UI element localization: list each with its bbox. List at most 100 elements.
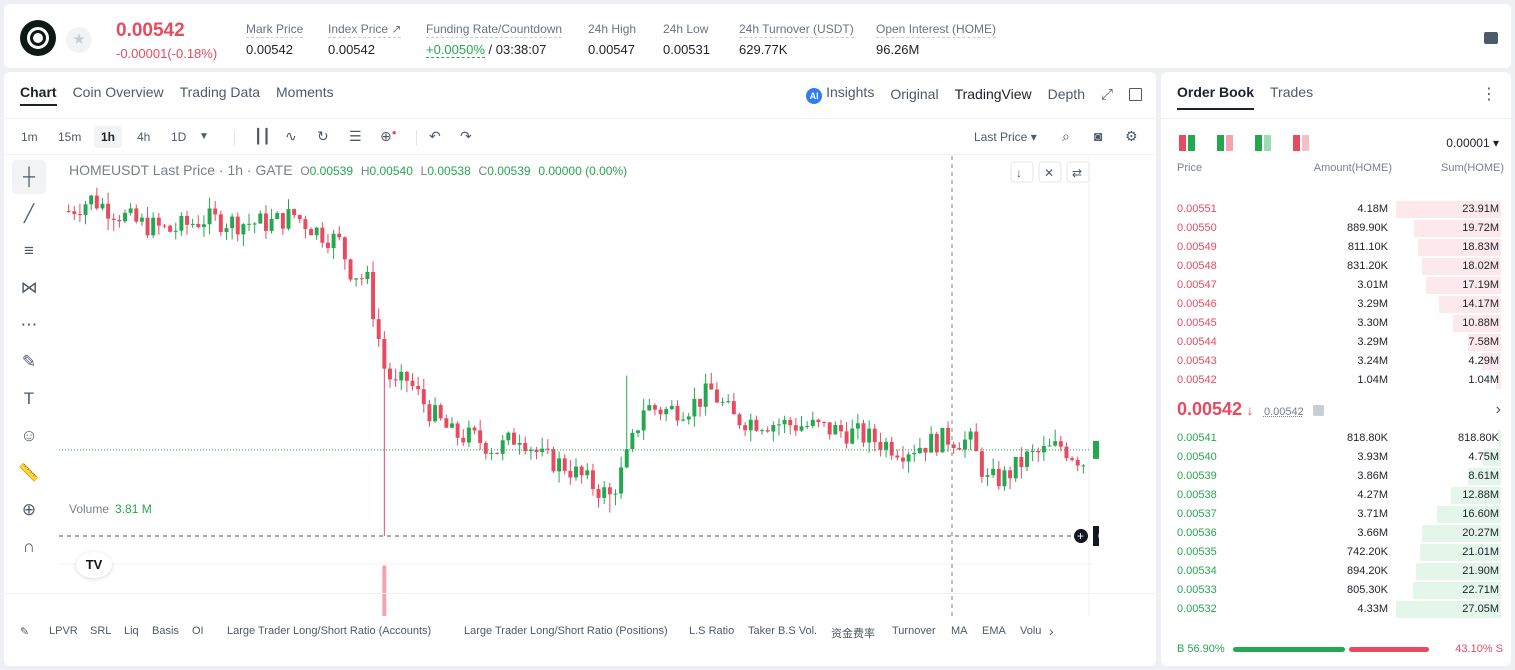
emoji-icon[interactable]: ☺ <box>12 419 46 453</box>
ruler-icon[interactable]: 📏 <box>12 456 46 490</box>
stat-index-price[interactable]: Index Price ↗ 0.00542 <box>328 20 402 57</box>
price-type-select[interactable]: Last Price ▾ <box>974 126 1037 148</box>
ask-row[interactable]: 0.00551 4.18M 23.91M <box>1161 200 1511 219</box>
stat-open-interest[interactable]: Open Interest (HOME) 96.26M <box>876 20 997 57</box>
search-icon[interactable]: ⌕ <box>1062 128 1070 145</box>
text-tool-icon[interactable]: T <box>12 382 46 416</box>
favorite-star-icon[interactable]: ★ <box>66 27 92 53</box>
timeframe-1d[interactable]: 1D <box>164 126 193 148</box>
indicator-tab[interactable]: Taker B.S Vol. <box>748 625 817 637</box>
view-asks-icon[interactable] <box>1293 135 1309 151</box>
view-bids-icon[interactable] <box>1255 135 1271 151</box>
bid-row[interactable]: 0.00536 3.66M 20.27M <box>1161 524 1511 543</box>
pencil-icon[interactable]: ✎ <box>20 625 29 638</box>
tab-depth[interactable]: Depth <box>1048 86 1085 102</box>
camera-icon[interactable]: ◙ <box>1094 128 1102 144</box>
indicator-tab[interactable]: Basis <box>152 625 179 637</box>
timeframe-1h[interactable]: 1h <box>94 126 123 148</box>
indicator-tab[interactable]: L.S Ratio <box>689 625 734 637</box>
zoom-in-icon[interactable]: ⊕ <box>12 493 46 527</box>
book-icon[interactable] <box>1484 32 1498 44</box>
indicator-tab[interactable]: MA <box>951 625 968 637</box>
view-both-icon[interactable] <box>1179 135 1195 151</box>
timeframe-1m[interactable]: 1m <box>14 126 45 148</box>
tab-tradingview[interactable]: TradingView <box>955 86 1032 102</box>
tab-moments[interactable]: Moments <box>276 84 334 106</box>
window-icon[interactable] <box>1129 87 1142 101</box>
view-bids-asks-icon[interactable] <box>1217 135 1233 151</box>
expand-icon[interactable]: ⤢ <box>1101 86 1113 103</box>
timeframe-15m[interactable]: 15m <box>51 126 88 148</box>
row-sum: 20.27M <box>1462 527 1499 539</box>
ask-row[interactable]: 0.00546 3.29M 14.17M <box>1161 295 1511 314</box>
tab-original[interactable]: Original <box>890 86 938 102</box>
indicator-tab[interactable]: LPVR <box>49 625 78 637</box>
row-price: 0.00546 <box>1177 298 1217 310</box>
indicator-tab[interactable]: OI <box>192 625 204 637</box>
price-chart[interactable]: 0.006100.006000.005900.005800.005690.005… <box>59 156 1099 616</box>
tab-coin-overview[interactable]: Coin Overview <box>73 84 164 106</box>
indicator-tab[interactable]: Liq <box>124 625 139 637</box>
indicator-tab[interactable]: EMA <box>982 625 1006 637</box>
ask-row[interactable]: 0.00549 811.10K 18.83M <box>1161 238 1511 257</box>
tab-order-book[interactable]: Order Book <box>1177 84 1255 110</box>
candle-body <box>545 448 550 450</box>
timeframe-4h[interactable]: 4h <box>130 126 157 148</box>
indicators-icon[interactable]: ∿ <box>285 128 297 145</box>
tab-insights[interactable]: AI Insights <box>806 84 874 104</box>
tradingview-logo-icon[interactable]: TV <box>76 552 112 578</box>
indicator-tab[interactable]: Large Trader Long/Short Ratio (Accounts) <box>227 625 431 637</box>
indicator-tab[interactable]: 资金费率 <box>831 625 875 641</box>
bid-row[interactable]: 0.00535 742.20K 21.01M <box>1161 543 1511 562</box>
stat-24h-turnover[interactable]: 24h Turnover (USDT) 629.77K <box>739 20 854 57</box>
horizontal-lines-icon[interactable]: ≡ <box>12 234 46 268</box>
redo-icon[interactable]: ↷ <box>460 128 472 145</box>
orderbook-mid-price[interactable]: 0.00542 ↓ 0.00542 › <box>1177 399 1501 420</box>
indicator-tab[interactable]: Volu <box>1020 625 1041 637</box>
ask-row[interactable]: 0.00542 1.04M 1.04M <box>1161 371 1511 390</box>
trend-line-icon[interactable]: ╱ <box>12 197 46 231</box>
tab-trading-data[interactable]: Trading Data <box>180 84 260 106</box>
ask-row[interactable]: 0.00548 831.20K 18.02M <box>1161 257 1511 276</box>
crosshair-icon[interactable]: ┼ <box>12 160 46 194</box>
collapse-icon[interactable]: ✕ <box>1044 166 1054 180</box>
template-icon[interactable]: ☰ <box>349 128 362 145</box>
undo-icon[interactable]: ↶ <box>429 128 441 145</box>
precision-select[interactable]: 0.00001 ▾ <box>1446 136 1499 150</box>
indicator-tab[interactable]: Turnover <box>892 625 936 637</box>
scroll-right-icon[interactable]: › <box>1049 623 1054 639</box>
ask-row[interactable]: 0.00547 3.01M 17.19M <box>1161 276 1511 295</box>
ask-row[interactable]: 0.00543 3.24M 4.29M <box>1161 352 1511 371</box>
bid-row[interactable]: 0.00538 4.27M 12.88M <box>1161 486 1511 505</box>
bid-row[interactable]: 0.00533 805.30K 22.71M <box>1161 581 1511 600</box>
candle-type-icon[interactable]: ┃┃ <box>254 128 271 145</box>
bid-row[interactable]: 0.00537 3.71M 16.60M <box>1161 505 1511 524</box>
scroll-down-icon[interactable]: ↓ <box>1016 166 1022 180</box>
tab-chart[interactable]: Chart <box>20 84 57 106</box>
scroll-down-icon-frame[interactable] <box>1010 161 1034 183</box>
indicator-tab[interactable]: Large Trader Long/Short Ratio (Positions… <box>464 625 668 637</box>
brush-icon[interactable]: ✎ <box>12 345 46 379</box>
bid-row[interactable]: 0.00532 4.33M 27.05M <box>1161 600 1511 619</box>
timeframe-dropdown-icon[interactable]: ▼ <box>199 131 209 142</box>
indicator-tab[interactable]: SRL <box>90 625 111 637</box>
swap-icon[interactable]: ⇄ <box>1072 166 1082 180</box>
add-indicator-icon[interactable]: ⊕● <box>380 128 397 145</box>
replay-icon[interactable]: ↻ <box>317 128 329 145</box>
ask-row[interactable]: 0.00550 889.90K 19.72M <box>1161 219 1511 238</box>
bid-row[interactable]: 0.00534 894.20K 21.90M <box>1161 562 1511 581</box>
ask-row[interactable]: 0.00544 3.29M 7.58M <box>1161 333 1511 352</box>
stat-funding-rate[interactable]: Funding Rate/Countdown +0.0050% / 03:38:… <box>426 20 563 58</box>
pattern-icon[interactable]: ⋈ <box>12 271 46 305</box>
magnet-icon[interactable]: ∩ <box>12 530 46 564</box>
stat-mark-price[interactable]: Mark Price 0.00542 <box>246 20 304 57</box>
tab-trades[interactable]: Trades <box>1270 84 1313 110</box>
settings-gear-icon[interactable]: ⚙ <box>1125 128 1138 145</box>
fib-icon[interactable]: ⋯ <box>12 308 46 342</box>
bid-row[interactable]: 0.00540 3.93M 4.75M <box>1161 448 1511 467</box>
chevron-right-icon[interactable]: › <box>1496 401 1501 419</box>
ask-row[interactable]: 0.00545 3.30M 10.88M <box>1161 314 1511 333</box>
bid-row[interactable]: 0.00539 3.86M 8.61M <box>1161 467 1511 486</box>
bid-row[interactable]: 0.00541 818.80K 818.80K <box>1161 429 1511 448</box>
more-menu-icon[interactable]: ⋮ <box>1481 84 1497 104</box>
